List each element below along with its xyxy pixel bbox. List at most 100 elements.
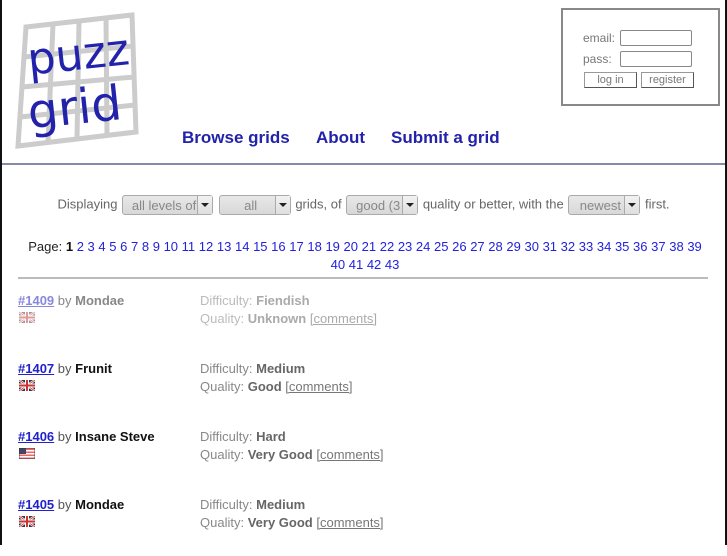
page-link[interactable]: 8 — [142, 239, 149, 254]
quality-label: Quality: — [200, 447, 245, 462]
page-links: 2 3 4 5 6 7 8 9 10 11 12 13 14 15 16 17 … — [77, 239, 702, 272]
chevron-down-icon — [197, 195, 213, 214]
grid-id-link[interactable]: #1409 — [18, 293, 54, 308]
difficulty-label: Difficulty: — [200, 361, 253, 376]
email-field[interactable] — [620, 30, 692, 46]
grid-id-link[interactable]: #1407 — [18, 361, 54, 376]
page-link[interactable]: 36 — [633, 239, 647, 254]
page-link[interactable]: 25 — [434, 239, 448, 254]
page-link[interactable]: 3 — [88, 239, 95, 254]
by-label: by — [57, 497, 72, 512]
pass-label: pass: — [583, 52, 612, 66]
grid-details: Difficulty: Medium Quality: Very Good [co… — [200, 496, 384, 532]
quality-value: Very Good — [247, 515, 313, 530]
page-link[interactable]: 17 — [289, 239, 303, 254]
order-select[interactable]: newest — [568, 194, 641, 215]
comments-link[interactable]: [comments] — [310, 311, 377, 326]
page-link[interactable]: 33 — [579, 239, 593, 254]
page-link[interactable]: 4 — [98, 239, 105, 254]
register-button[interactable]: register — [641, 72, 694, 88]
page-link[interactable]: 26 — [452, 239, 466, 254]
puzzgrid-logo-icon: puzz grid — [15, 12, 139, 149]
page-link[interactable]: 5 — [109, 239, 116, 254]
pagination: Page: 1 2 3 4 5 6 7 8 9 10 11 12 13 14 1… — [20, 238, 710, 274]
comments-link[interactable]: [comments] — [285, 379, 352, 394]
page-link[interactable]: 43 — [385, 257, 399, 272]
page-link[interactable]: 7 — [131, 239, 138, 254]
page-link[interactable]: 20 — [344, 239, 358, 254]
page-link[interactable]: 23 — [398, 239, 412, 254]
difficulty-label: Difficulty: — [200, 429, 253, 444]
page-link[interactable]: 14 — [235, 239, 249, 254]
filter-text-grids-of: grids, of — [295, 196, 342, 212]
page-link[interactable]: 11 — [182, 239, 196, 254]
difficulty-label: Difficulty: — [200, 497, 253, 512]
page-link[interactable]: 27 — [470, 239, 484, 254]
author-name[interactable]: Mondae — [75, 497, 124, 512]
by-label: by — [57, 293, 72, 308]
page-link[interactable]: 15 — [253, 239, 267, 254]
page-link[interactable]: 40 — [331, 257, 345, 272]
grid-list-item: #1406 by Insane Steve Difficulty: Hard Qua… — [18, 428, 708, 488]
page-link[interactable]: 39 — [687, 239, 701, 254]
page-link[interactable]: 30 — [524, 239, 538, 254]
quality-value: Very Good — [247, 447, 313, 462]
filter-prefix: Displaying — [57, 196, 118, 212]
password-field[interactable] — [620, 51, 692, 67]
grid-type-select[interactable]: all — [218, 194, 291, 215]
nav-browse-grids[interactable]: Browse grids — [182, 128, 290, 148]
page-link[interactable]: 28 — [488, 239, 502, 254]
page-link[interactable]: 16 — [271, 239, 285, 254]
page-link[interactable]: 22 — [380, 239, 394, 254]
quality-value: Unknown — [247, 311, 307, 326]
page-link[interactable]: 12 — [199, 239, 213, 254]
by-label: by — [57, 429, 72, 444]
uk-flag-icon — [18, 515, 36, 528]
page-link[interactable]: 38 — [669, 239, 683, 254]
page-link[interactable]: 34 — [597, 239, 611, 254]
page-link[interactable]: 37 — [651, 239, 665, 254]
grid-list-item: #1407 by Frunit Difficulty: Medium Quality… — [18, 360, 708, 420]
page-link[interactable]: 32 — [561, 239, 575, 254]
difficulty-select[interactable]: all levels of — [122, 194, 214, 215]
comments-link[interactable]: [comments] — [316, 515, 383, 530]
login-box: email: pass: log in register — [561, 8, 720, 106]
grid-id-link[interactable]: #1405 — [18, 497, 54, 512]
site-logo[interactable]: puzz grid — [14, 12, 139, 157]
login-button[interactable]: log in — [584, 72, 637, 88]
page-link[interactable]: 31 — [543, 239, 557, 254]
comments-link[interactable]: [comments] — [316, 447, 383, 462]
quality-select[interactable]: good (3 — [346, 194, 419, 215]
order-select-value: newest — [579, 197, 621, 213]
page-link[interactable]: 9 — [153, 239, 160, 254]
nav-about[interactable]: About — [316, 128, 365, 148]
author-name[interactable]: Insane Steve — [75, 429, 155, 444]
grid-id-link[interactable]: #1406 — [18, 429, 54, 444]
page-link[interactable]: 19 — [325, 239, 339, 254]
page-link[interactable]: 35 — [615, 239, 629, 254]
page-link[interactable]: 6 — [120, 239, 127, 254]
page-link[interactable]: 13 — [217, 239, 231, 254]
pagination-divider — [18, 277, 708, 279]
page-link[interactable]: 21 — [362, 239, 376, 254]
page-link[interactable]: 41 — [349, 257, 363, 272]
site-header: puzz grid Browse grids About Submit a gr… — [2, 0, 725, 164]
page-link[interactable]: 2 — [77, 239, 84, 254]
page-link[interactable]: 18 — [307, 239, 321, 254]
chevron-down-icon — [274, 195, 290, 214]
difficulty-value: Medium — [256, 361, 306, 376]
author-name[interactable]: Mondae — [75, 293, 124, 308]
quality-label: Quality: — [200, 311, 245, 326]
author-name[interactable]: Frunit — [75, 361, 112, 376]
difficulty-value: Medium — [256, 497, 306, 512]
header-divider — [2, 163, 725, 165]
difficulty-value: Hard — [256, 429, 286, 444]
page-link[interactable]: 10 — [164, 239, 178, 254]
difficulty-value: Fiendish — [256, 293, 310, 308]
page-link[interactable]: 29 — [506, 239, 520, 254]
page-link[interactable]: 42 — [367, 257, 381, 272]
page-link[interactable]: 24 — [416, 239, 430, 254]
grid-details: Difficulty: Hard Quality: Very Good [comm… — [200, 428, 384, 464]
nav-submit-grid[interactable]: Submit a grid — [391, 128, 500, 148]
current-page: 1 — [65, 239, 74, 254]
